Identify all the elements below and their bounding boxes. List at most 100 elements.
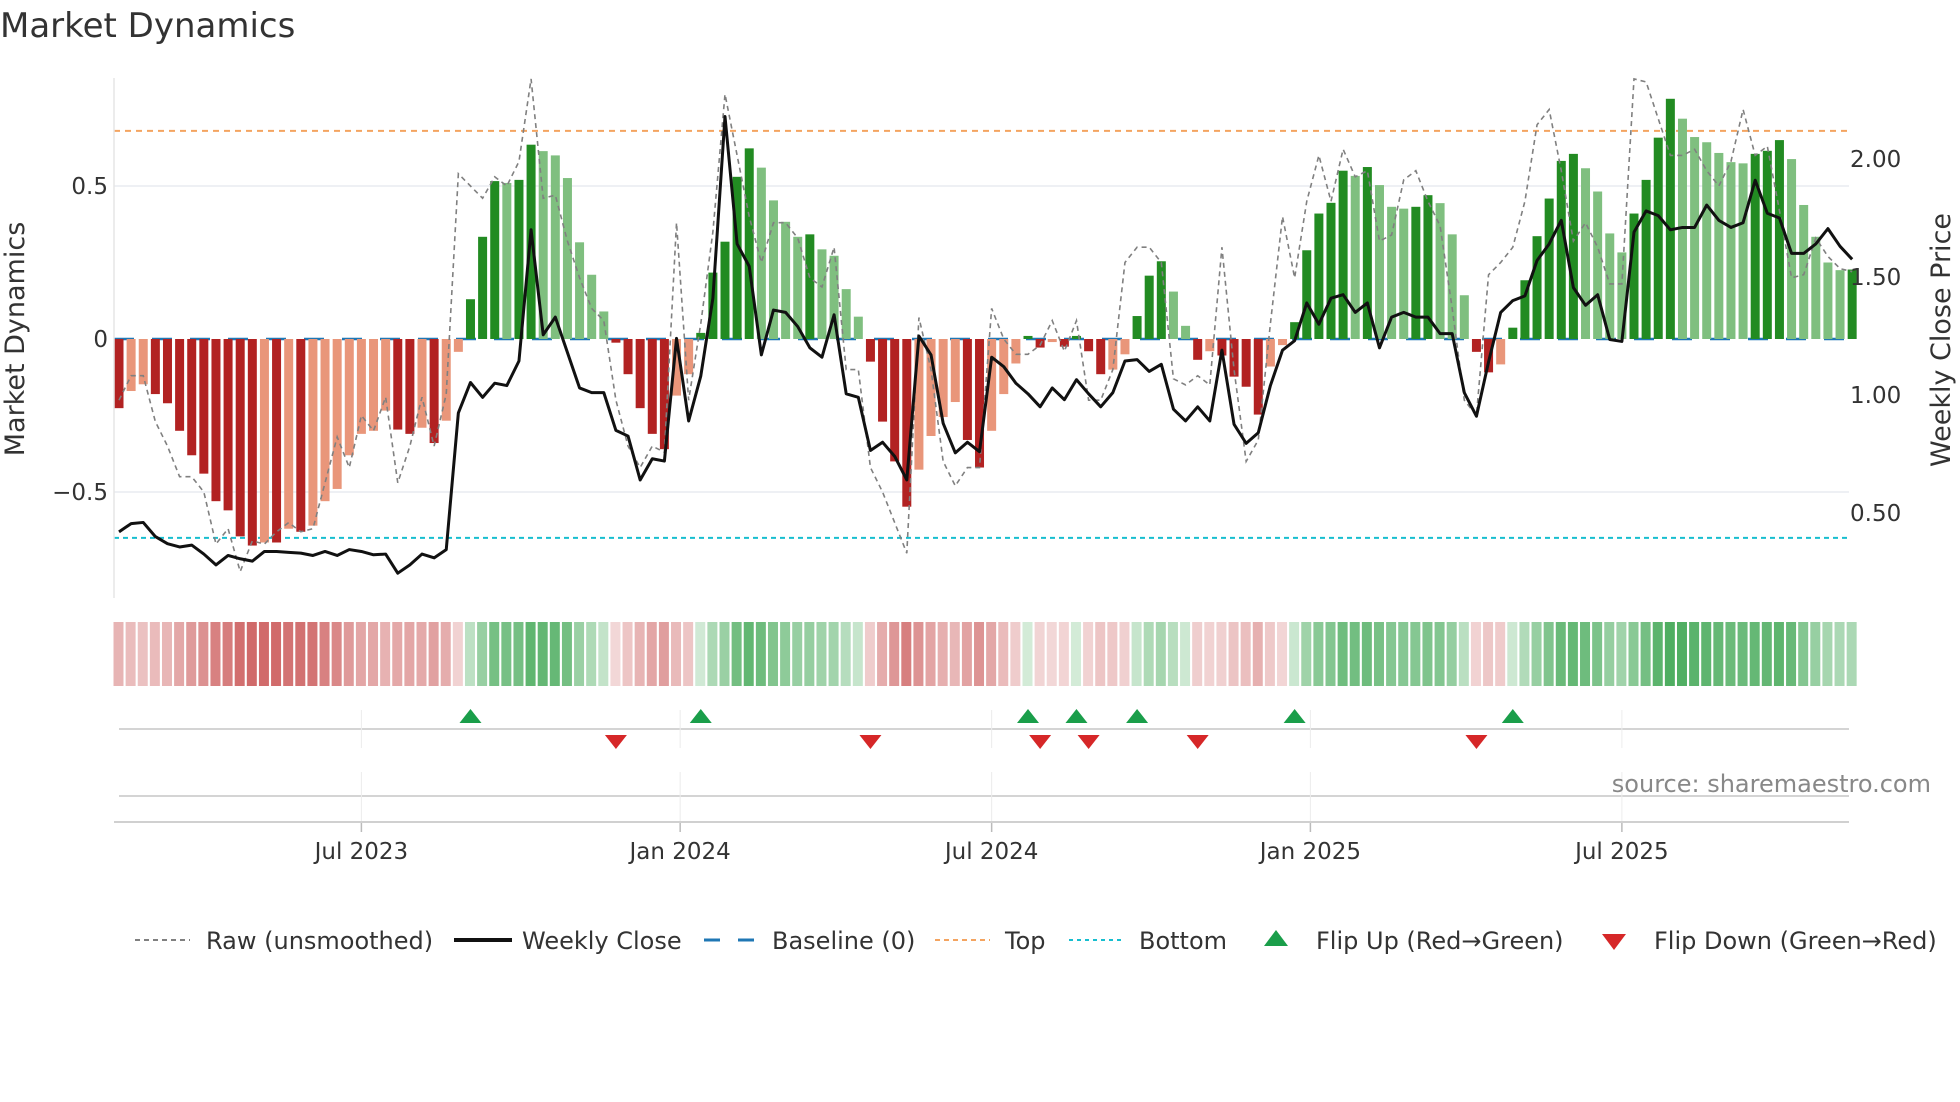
heatmap-cell bbox=[1325, 622, 1336, 686]
heatmap-cell bbox=[646, 622, 657, 686]
momentum-bar bbox=[272, 339, 282, 543]
momentum-bar bbox=[1459, 295, 1469, 339]
legend-raw-label: Raw (unsmoothed) bbox=[206, 927, 433, 955]
momentum-bars bbox=[114, 98, 1857, 546]
flip-markers bbox=[119, 709, 1849, 797]
heatmap-cell bbox=[610, 622, 621, 686]
legend-top-label: Top bbox=[1004, 927, 1046, 955]
momentum-bar bbox=[1399, 208, 1409, 339]
y-axis-label: Market Dynamics bbox=[0, 222, 31, 457]
y2-tick-label: 0.50 bbox=[1850, 501, 1901, 527]
momentum-bar bbox=[1144, 275, 1154, 339]
momentum-bar bbox=[259, 339, 269, 543]
momentum-bar bbox=[1835, 270, 1845, 339]
momentum-bar bbox=[1593, 191, 1603, 339]
legend-flip-up-icon bbox=[1264, 930, 1288, 946]
heatmap-cell bbox=[1277, 622, 1288, 686]
heatmap-cell bbox=[901, 622, 912, 686]
flip-down-marker bbox=[1186, 735, 1209, 749]
heatmap-cell bbox=[1180, 622, 1191, 686]
heatmap-cell bbox=[1107, 622, 1118, 686]
heatmap-cell bbox=[513, 622, 524, 686]
heatmap-cell bbox=[1337, 622, 1348, 686]
heatmap-cell bbox=[1592, 622, 1603, 686]
heatmap-cell bbox=[695, 622, 706, 686]
momentum-bar bbox=[1690, 137, 1700, 339]
momentum-bar bbox=[1435, 203, 1445, 339]
flip-up-marker bbox=[689, 709, 712, 723]
heatmap-cell bbox=[1058, 622, 1069, 686]
momentum-bar bbox=[696, 332, 706, 339]
heatmap-cell bbox=[1798, 622, 1809, 686]
heatmap-cell bbox=[1155, 622, 1166, 686]
heatmap-cell bbox=[1204, 622, 1215, 686]
heatmap-cell bbox=[574, 622, 585, 686]
heatmap-cell bbox=[537, 622, 548, 686]
heatmap-cell bbox=[780, 622, 791, 686]
heatmap-cell bbox=[828, 622, 839, 686]
momentum-bar bbox=[284, 339, 294, 529]
momentum-bar bbox=[175, 339, 185, 431]
raw-line bbox=[118, 77, 1853, 575]
heatmap-cell bbox=[1543, 622, 1554, 686]
momentum-bar bbox=[1581, 168, 1591, 339]
momentum-bar bbox=[453, 339, 463, 352]
momentum-bar bbox=[1132, 316, 1142, 339]
heatmap-cell bbox=[234, 622, 245, 686]
heatmap-cell bbox=[1483, 622, 1494, 686]
heatmap-cell bbox=[1070, 622, 1081, 686]
heatmap-cell bbox=[525, 622, 536, 686]
heatmap-cell bbox=[489, 622, 500, 686]
heatmap-cell bbox=[731, 622, 742, 686]
market-dynamics-chart: 0.50−0.52.001.501.000.50 Jul 2023 Jan 202… bbox=[0, 77, 1957, 955]
legend-flip-up-label: Flip Up (Red→Green) bbox=[1316, 927, 1564, 955]
heatmap-cell bbox=[658, 622, 669, 686]
heatmap-cell bbox=[1240, 622, 1251, 686]
legend-close-label: Weekly Close bbox=[522, 927, 682, 955]
heatmap-cell bbox=[683, 622, 694, 686]
heatmap-cell bbox=[1676, 622, 1687, 686]
heatmap-cell bbox=[974, 622, 985, 686]
heatmap-cell bbox=[743, 622, 754, 686]
momentum-bar bbox=[1762, 150, 1772, 339]
heatmap-cell bbox=[925, 622, 936, 686]
heatmap-cell bbox=[1701, 622, 1712, 686]
heatmap-cell bbox=[549, 622, 560, 686]
heatmap-cell bbox=[1252, 622, 1263, 686]
momentum-bar bbox=[465, 299, 475, 339]
heatmap-cell bbox=[816, 622, 827, 686]
momentum-bar bbox=[878, 339, 888, 422]
heatmap-cell bbox=[961, 622, 972, 686]
momentum-bar bbox=[502, 182, 512, 339]
flip-up-marker bbox=[1065, 709, 1088, 723]
momentum-bar bbox=[1738, 163, 1748, 339]
legend: Raw (unsmoothed) Weekly Close Baseline (0)… bbox=[135, 927, 1937, 955]
momentum-bar bbox=[1665, 98, 1675, 339]
heatmap-cell bbox=[840, 622, 851, 686]
heatmap-cell bbox=[331, 622, 342, 686]
momentum-bar bbox=[1350, 175, 1360, 339]
momentum-bar bbox=[890, 339, 900, 462]
momentum-bar bbox=[429, 339, 439, 444]
momentum-bar bbox=[114, 339, 124, 409]
heatmap-cell bbox=[1192, 622, 1203, 686]
momentum-bar bbox=[1471, 339, 1481, 352]
momentum-bar bbox=[865, 339, 875, 362]
heatmap-cell bbox=[271, 622, 282, 686]
momentum-bar bbox=[1799, 204, 1809, 339]
heatmap-cell bbox=[1604, 622, 1615, 686]
momentum-bar bbox=[344, 339, 354, 456]
heatmap-cell bbox=[1761, 622, 1772, 686]
heatmap-cell bbox=[1664, 622, 1675, 686]
heatmap-cell bbox=[1616, 622, 1627, 686]
heatmap-cell bbox=[1422, 622, 1433, 686]
momentum-bar bbox=[817, 249, 827, 339]
y2-tick-label: 1.00 bbox=[1850, 383, 1901, 409]
heatmap-cell bbox=[1143, 622, 1154, 686]
heatmap-cell bbox=[1446, 622, 1457, 686]
heatmap-cell bbox=[1289, 622, 1300, 686]
weekly-close-line bbox=[118, 115, 1854, 575]
momentum-bar bbox=[781, 221, 791, 339]
heatmap-cell bbox=[307, 622, 318, 686]
heatmap-cell bbox=[125, 622, 136, 686]
